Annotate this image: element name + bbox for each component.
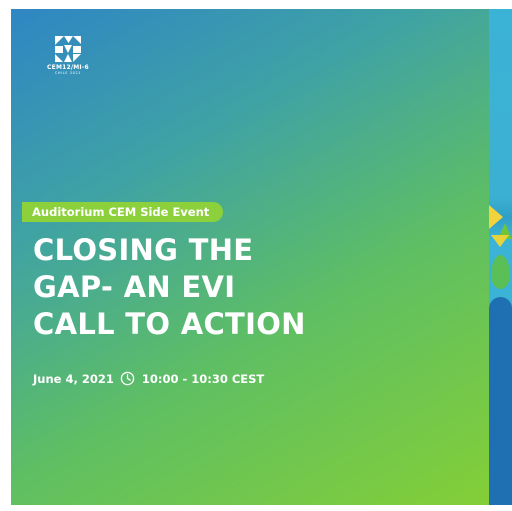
decorative-side-strip	[489, 9, 512, 505]
clock-icon	[120, 371, 135, 386]
yellow-triangle-shape-2	[491, 235, 509, 247]
event-datetime: June 4, 2021 10:00 - 10:30 CEST	[33, 371, 264, 386]
title-line-1: CLOSING THE	[33, 233, 254, 267]
event-time: 10:00 - 10:30 CEST	[141, 371, 265, 386]
blue-strip-block	[489, 311, 512, 505]
event-tag-label: Auditorium CEM Side Event	[32, 205, 210, 219]
event-title: CLOSING THE GAP- AN EVI CALL TO ACTION	[33, 232, 453, 343]
event-date: June 4, 2021	[33, 371, 114, 386]
logo-subtitle: CHILE 2021	[54, 71, 82, 75]
title-line-2: GAP- AN EVI	[33, 270, 236, 304]
green-leaf-shape	[491, 255, 510, 289]
cem-logo-icon	[55, 36, 81, 62]
cem-logo: CEM12/MI-6 CHILE 2021	[44, 36, 92, 75]
event-tag: Auditorium CEM Side Event	[22, 202, 224, 222]
event-banner: CEM12/MI-6 CHILE 2021 Auditorium CEM Sid…	[11, 9, 489, 505]
title-line-3: CALL TO ACTION	[33, 307, 306, 341]
logo-name: CEM12/MI-6	[47, 64, 89, 71]
